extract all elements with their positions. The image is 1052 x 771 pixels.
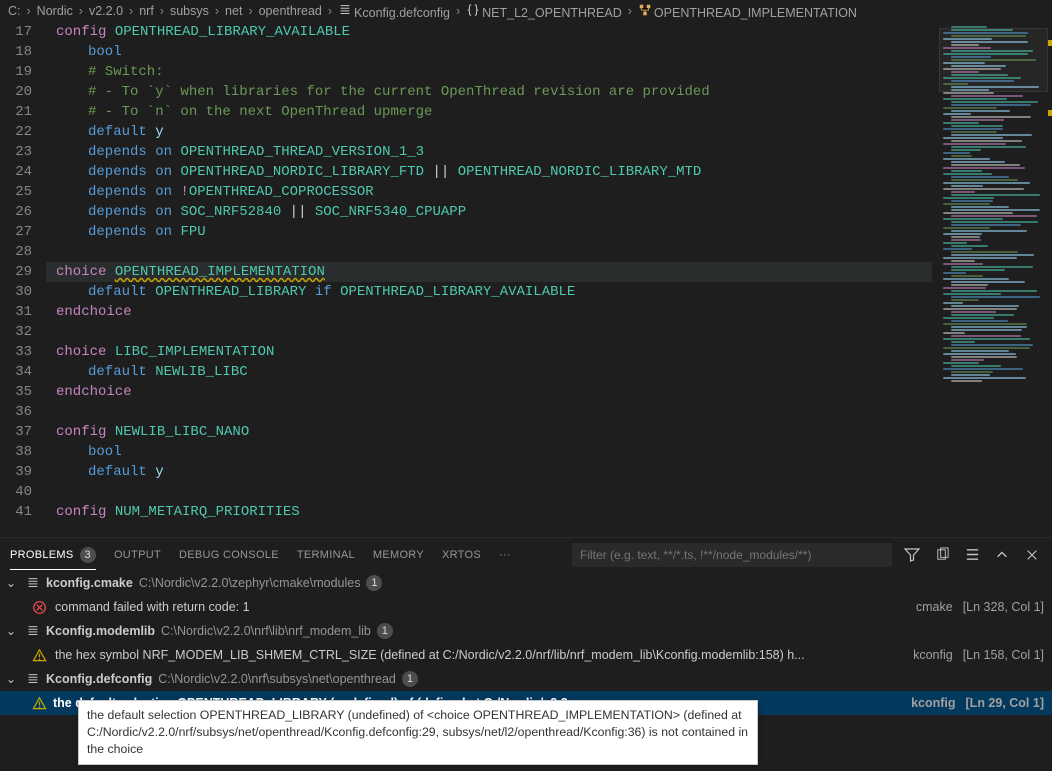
hover-tooltip: the default selection OPENTHREAD_LIBRARY… bbox=[78, 700, 758, 765]
list-icon bbox=[26, 624, 40, 638]
breadcrumb-segment[interactable]: OPENTHREAD_IMPLEMENTATION bbox=[638, 3, 857, 20]
code-line[interactable]: default NEWLIB_LIBC bbox=[46, 362, 1052, 382]
breadcrumb[interactable]: C:›Nordic›v2.2.0›nrf›subsys›net›openthre… bbox=[0, 0, 1052, 22]
code-line[interactable]: endchoice bbox=[46, 382, 1052, 402]
breadcrumb-segment[interactable]: nrf bbox=[139, 4, 154, 18]
close-icon[interactable] bbox=[1022, 545, 1042, 565]
warning-icon bbox=[32, 648, 47, 663]
code-line[interactable]: config OPENTHREAD_LIBRARY_AVAILABLE bbox=[46, 22, 1052, 42]
filter-input[interactable] bbox=[572, 543, 892, 567]
chevron-down-icon[interactable]: ⌄ bbox=[6, 624, 20, 638]
code-line[interactable]: # - To `n` on the next OpenThread upmerg… bbox=[46, 102, 1052, 122]
overview-ruler-warning bbox=[1048, 40, 1052, 46]
count-badge: 1 bbox=[402, 671, 418, 687]
collapse-all-icon[interactable] bbox=[962, 545, 982, 565]
code-area[interactable]: config OPENTHREAD_LIBRARY_AVAILABLEbool#… bbox=[46, 22, 1052, 537]
code-line[interactable]: # - To `y` when libraries for the curren… bbox=[46, 82, 1052, 102]
code-line[interactable]: config NUM_METAIRQ_PRIORITIES bbox=[46, 502, 1052, 522]
breadcrumb-segment[interactable]: v2.2.0 bbox=[89, 4, 123, 18]
copy-icon[interactable] bbox=[932, 545, 952, 565]
tab-xrtos[interactable]: XRTOS bbox=[442, 549, 481, 561]
editor[interactable]: 1718192021222324252627282930313233343536… bbox=[0, 22, 1052, 537]
braces-icon bbox=[466, 3, 480, 17]
line-gutter: 1718192021222324252627282930313233343536… bbox=[0, 22, 46, 537]
breadcrumb-segment[interactable]: openthread bbox=[259, 4, 322, 18]
code-line[interactable]: bool bbox=[46, 42, 1052, 62]
chevron-down-icon[interactable]: ⌄ bbox=[6, 672, 20, 686]
list-icon bbox=[26, 672, 40, 686]
code-line[interactable]: depends on !OPENTHREAD_COPROCESSOR bbox=[46, 182, 1052, 202]
breadcrumb-segment[interactable]: Kconfig.defconfig bbox=[338, 3, 450, 20]
breadcrumb-segment[interactable]: Nordic bbox=[37, 4, 73, 18]
code-line[interactable]: depends on SOC_NRF52840 || SOC_NRF5340_C… bbox=[46, 202, 1052, 222]
code-line[interactable]: config NEWLIB_LIBC_NANO bbox=[46, 422, 1052, 442]
panel-tabs: PROBLEMS 3 OUTPUT DEBUG CONSOLE TERMINAL… bbox=[0, 537, 1052, 571]
warning-icon bbox=[32, 696, 47, 711]
code-line[interactable]: choice LIBC_IMPLEMENTATION bbox=[46, 342, 1052, 362]
list-icon bbox=[26, 576, 40, 590]
minimap[interactable] bbox=[938, 22, 1048, 522]
count-badge: 1 bbox=[366, 575, 382, 591]
breadcrumb-segment[interactable]: net bbox=[225, 4, 242, 18]
code-line[interactable] bbox=[46, 242, 1052, 262]
code-line[interactable] bbox=[46, 402, 1052, 422]
chevron-down-icon[interactable]: ⌄ bbox=[6, 576, 20, 590]
overview-ruler-warning bbox=[1048, 110, 1052, 116]
tab-output[interactable]: OUTPUT bbox=[114, 549, 161, 561]
problem-file-row[interactable]: ⌄ Kconfig.modemlib C:\Nordic\v2.2.0\nrf\… bbox=[0, 619, 1052, 643]
count-badge: 1 bbox=[377, 623, 393, 639]
code-line[interactable]: depends on FPU bbox=[46, 222, 1052, 242]
tab-problems[interactable]: PROBLEMS 3 bbox=[10, 547, 96, 570]
list-icon bbox=[338, 3, 352, 17]
overflow-icon[interactable]: ··· bbox=[499, 549, 511, 561]
code-line[interactable] bbox=[46, 322, 1052, 342]
code-line[interactable]: default OPENTHREAD_LIBRARY if OPENTHREAD… bbox=[46, 282, 1052, 302]
filter-icon[interactable] bbox=[902, 545, 922, 565]
code-line[interactable]: endchoice bbox=[46, 302, 1052, 322]
problem-item[interactable]: the hex symbol NRF_MODEM_LIB_SHMEM_CTRL_… bbox=[0, 643, 1052, 667]
problem-file-row[interactable]: ⌄ kconfig.cmake C:\Nordic\v2.2.0\zephyr\… bbox=[0, 571, 1052, 595]
problem-file-row[interactable]: ⌄ Kconfig.defconfig C:\Nordic\v2.2.0\nrf… bbox=[0, 667, 1052, 691]
breadcrumb-segment[interactable]: C: bbox=[8, 4, 21, 18]
error-icon bbox=[32, 600, 47, 615]
breadcrumb-segment[interactable]: NET_L2_OPENTHREAD bbox=[466, 3, 622, 20]
chevron-up-icon[interactable] bbox=[992, 545, 1012, 565]
code-line[interactable]: default y bbox=[46, 462, 1052, 482]
tab-debug-console[interactable]: DEBUG CONSOLE bbox=[179, 549, 279, 561]
code-line[interactable]: depends on OPENTHREAD_NORDIC_LIBRARY_FTD… bbox=[46, 162, 1052, 182]
code-line[interactable] bbox=[46, 482, 1052, 502]
tab-label: PROBLEMS bbox=[10, 549, 74, 561]
breadcrumb-segment[interactable]: subsys bbox=[170, 4, 209, 18]
code-line[interactable]: default y bbox=[46, 122, 1052, 142]
code-line[interactable]: # Switch: bbox=[46, 62, 1052, 82]
problem-item[interactable]: command failed with return code: 1 cmake… bbox=[0, 595, 1052, 619]
code-line[interactable]: depends on OPENTHREAD_THREAD_VERSION_1_3 bbox=[46, 142, 1052, 162]
struct-icon bbox=[638, 3, 652, 17]
code-line[interactable]: bool bbox=[46, 442, 1052, 462]
tab-memory[interactable]: MEMORY bbox=[373, 549, 424, 561]
tab-terminal[interactable]: TERMINAL bbox=[297, 549, 355, 561]
problems-badge: 3 bbox=[80, 547, 96, 563]
code-line[interactable]: choice OPENTHREAD_IMPLEMENTATION bbox=[46, 262, 1052, 282]
